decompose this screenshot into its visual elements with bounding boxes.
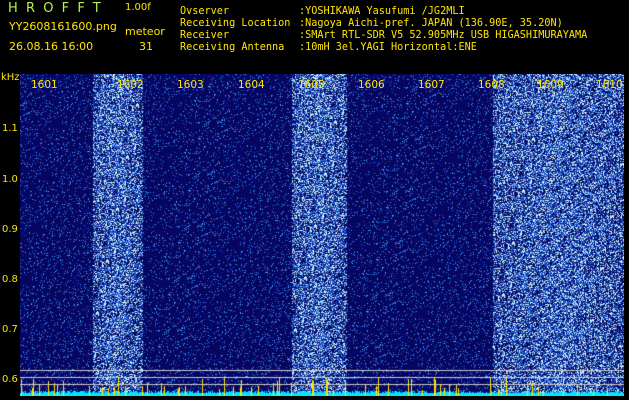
header: HROFFT 1.00f YY2608161600.png meteor 26.… xyxy=(0,0,629,74)
y-tick: 0.6 xyxy=(2,374,18,385)
app-version: 1.00f xyxy=(125,2,151,13)
y-tick: 0.9 xyxy=(2,224,18,235)
file-name: YY2608161600.png xyxy=(9,20,117,33)
minute-label: 1604 xyxy=(238,79,265,91)
y-tick: 0.7 xyxy=(2,324,18,335)
info-value-antenna: :10mH 3el.YAGI Horizontal:ENE xyxy=(299,42,477,53)
minute-label: 1605 xyxy=(298,79,325,91)
info-label-location: Receiving Location xyxy=(180,18,291,29)
minute-label: 1609 xyxy=(537,79,564,91)
info-value-location: :Nagoya Aichi-pref. JAPAN (136.90E, 35.2… xyxy=(299,18,563,29)
info-label-antenna: Receiving Antenna xyxy=(180,42,285,53)
info-value-observer: :YOSHIKAWA Yasufumi /JG2MLI xyxy=(299,6,465,17)
minute-label: 1601 xyxy=(31,79,58,91)
info-value-receiver: :SMArt RTL-SDR V5 52.905MHz USB HIGASHIM… xyxy=(299,30,588,41)
meteor-count: 31 xyxy=(139,40,153,53)
minute-label: 1603 xyxy=(177,79,204,91)
khz-axis-label: kHz xyxy=(1,72,20,83)
info-label-observer: Ovserver xyxy=(180,6,230,17)
info-label-receiver: Receiver xyxy=(180,30,230,41)
spectrogram-canvas xyxy=(20,74,624,396)
minute-label: 1610 xyxy=(596,79,623,91)
minute-label: 1606 xyxy=(358,79,385,91)
minute-label: 1602 xyxy=(117,79,144,91)
y-tick: 1.1 xyxy=(2,123,18,134)
minute-label: 1607 xyxy=(418,79,445,91)
minute-label: 1608 xyxy=(478,79,505,91)
date-time: 26.08.16 16:00 xyxy=(9,40,94,53)
y-tick: 0.8 xyxy=(2,274,18,285)
y-tick: 1.0 xyxy=(2,174,18,185)
app-title: HROFFT xyxy=(8,1,109,16)
meteor-label: meteor xyxy=(125,25,165,38)
